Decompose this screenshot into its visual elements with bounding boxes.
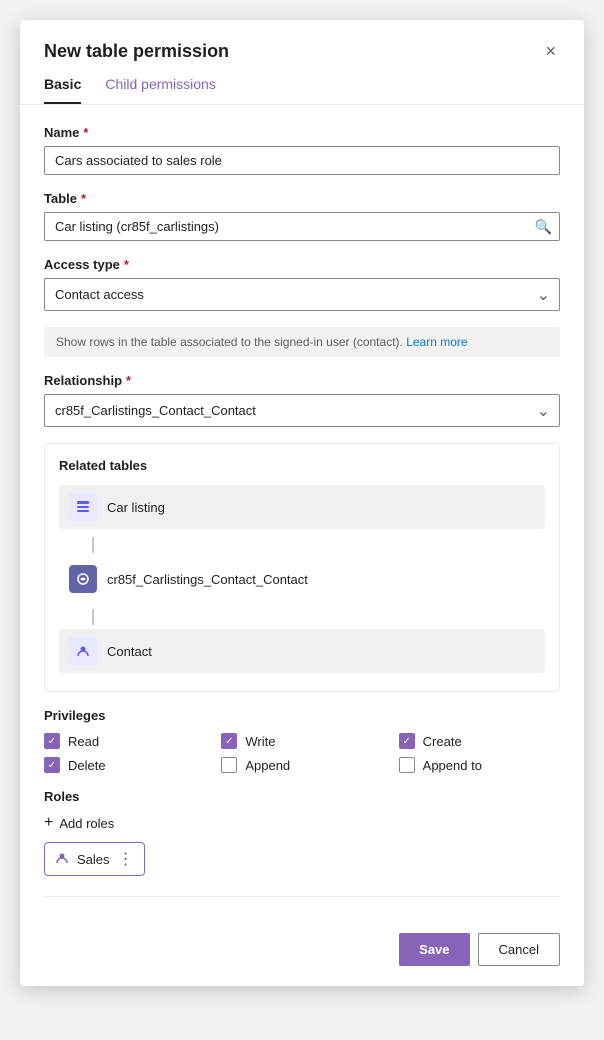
privilege-read: Read — [44, 733, 205, 749]
append-checkbox[interactable] — [221, 757, 237, 773]
table-label: Table * — [44, 191, 560, 206]
learn-more-link[interactable]: Learn more — [406, 335, 467, 349]
car-listing-label: Car listing — [107, 500, 165, 515]
table-field-group: Table * 🔍 — [44, 191, 560, 241]
access-type-label: Access type * — [44, 257, 560, 272]
role-menu-icon[interactable]: ⋮ — [118, 849, 134, 869]
modal-footer: Save Cancel — [20, 933, 584, 986]
tabs-container: Basic Child permissions — [20, 64, 584, 105]
access-type-select[interactable]: Contact access Global access Account acc… — [44, 278, 560, 311]
relationship-label-item: cr85f_Carlistings_Contact_Contact — [107, 572, 308, 587]
read-checkbox[interactable] — [44, 733, 60, 749]
write-label: Write — [245, 734, 275, 749]
name-label: Name * — [44, 125, 560, 140]
access-type-info-box: Show rows in the table associated to the… — [44, 327, 560, 357]
save-button[interactable]: Save — [399, 933, 469, 966]
privileges-section: Privileges Read Write Create Delete — [44, 708, 560, 773]
add-roles-label: Add roles — [59, 816, 114, 831]
relationship-field-group: Relationship * cr85f_Carlistings_Contact… — [44, 373, 560, 427]
table-icon — [69, 493, 97, 521]
append-to-checkbox[interactable] — [399, 757, 415, 773]
relationship-icon — [69, 565, 97, 593]
name-field-group: Name * — [44, 125, 560, 175]
related-table-item-car-listing[interactable]: Car listing — [59, 485, 545, 529]
tab-basic[interactable]: Basic — [44, 76, 81, 104]
related-table-item-contact[interactable]: Contact — [59, 629, 545, 673]
add-roles-button[interactable]: + Add roles — [44, 814, 114, 832]
connector-line-2 — [79, 605, 545, 629]
table-search-icon[interactable]: 🔍 — [535, 218, 552, 235]
privilege-write: Write — [221, 733, 382, 749]
table-required: * — [81, 191, 86, 206]
relationship-label: Relationship * — [44, 373, 560, 388]
relationship-select-wrapper: cr85f_Carlistings_Contact_Contact ⌄ — [44, 394, 560, 427]
user-icon — [55, 851, 69, 868]
privileges-grid: Read Write Create Delete Append — [44, 733, 560, 773]
contact-icon — [69, 637, 97, 665]
write-checkbox[interactable] — [221, 733, 237, 749]
modal-header: New table permission × — [20, 20, 584, 64]
connector-line-1 — [79, 533, 545, 557]
tab-child-permissions[interactable]: Child permissions — [105, 76, 215, 104]
footer-divider — [44, 896, 560, 897]
contact-label: Contact — [107, 644, 152, 659]
privilege-append: Append — [221, 757, 382, 773]
privilege-delete: Delete — [44, 757, 205, 773]
create-checkbox[interactable] — [399, 733, 415, 749]
create-label: Create — [423, 734, 462, 749]
related-table-item-relationship[interactable]: cr85f_Carlistings_Contact_Contact — [59, 557, 545, 601]
privilege-create: Create — [399, 733, 560, 749]
privileges-title: Privileges — [44, 708, 560, 723]
delete-label: Delete — [68, 758, 106, 773]
name-input[interactable] — [44, 146, 560, 175]
new-table-permission-modal: New table permission × Basic Child permi… — [20, 20, 584, 986]
role-tag-sales: Sales ⋮ — [44, 842, 145, 876]
close-button[interactable]: × — [541, 38, 560, 64]
modal-title: New table permission — [44, 41, 229, 62]
table-search-wrapper: 🔍 — [44, 212, 560, 241]
privilege-append-to: Append to — [399, 757, 560, 773]
table-input[interactable] — [44, 212, 560, 241]
delete-checkbox[interactable] — [44, 757, 60, 773]
cancel-button[interactable]: Cancel — [478, 933, 560, 966]
name-required: * — [83, 125, 88, 140]
roles-section: Roles + Add roles Sales ⋮ — [44, 789, 560, 876]
plus-icon: + — [44, 814, 53, 832]
append-to-label: Append to — [423, 758, 482, 773]
related-tables-title: Related tables — [59, 458, 545, 473]
relationship-required: * — [126, 373, 131, 388]
access-type-field-group: Access type * Contact access Global acce… — [44, 257, 560, 311]
modal-body: Name * Table * 🔍 Access type * Contact — [20, 105, 584, 933]
role-sales-label: Sales — [77, 852, 110, 867]
relationship-select[interactable]: cr85f_Carlistings_Contact_Contact — [44, 394, 560, 427]
read-label: Read — [68, 734, 99, 749]
access-type-select-wrapper: Contact access Global access Account acc… — [44, 278, 560, 311]
roles-title: Roles — [44, 789, 560, 804]
access-type-required: * — [124, 257, 129, 272]
append-label: Append — [245, 758, 290, 773]
related-tables-section: Related tables Car listing cr85f_Carlist… — [44, 443, 560, 692]
